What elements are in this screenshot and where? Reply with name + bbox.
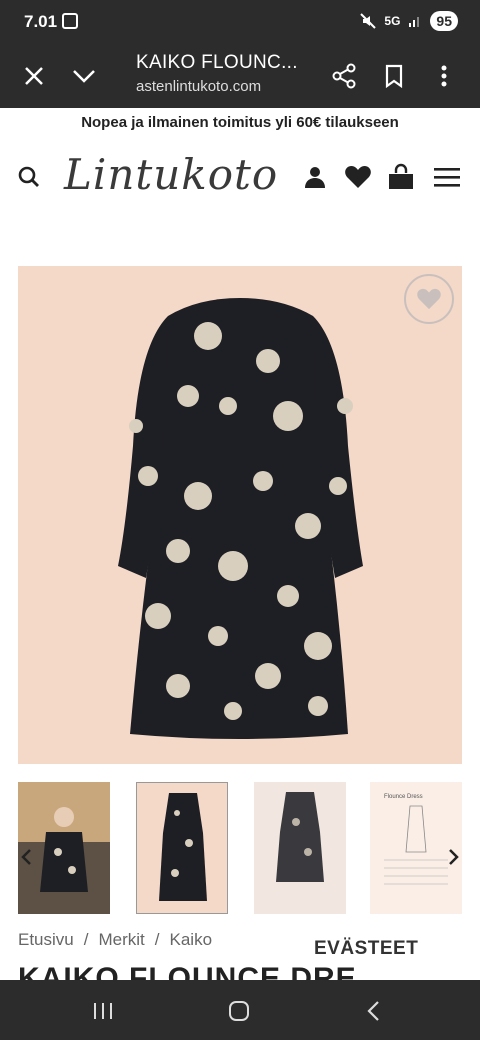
shipping-promo: Nopea ja ilmainen toimitus yli 60€ tilau… <box>81 114 399 131</box>
breadcrumb: Etusivu / Merkit / Kaiko <box>18 930 212 950</box>
mute-icon <box>360 13 377 29</box>
dress-illustration <box>118 298 363 739</box>
status-time: 7.01 <box>24 12 58 31</box>
breadcrumb-brands[interactable]: Merkit <box>98 930 144 950</box>
chevron-left-icon <box>21 849 31 865</box>
breadcrumb-kaiko[interactable]: Kaiko <box>170 930 213 950</box>
signal-icon <box>409 17 420 27</box>
status-bar: 7.01 5G 95 <box>0 0 480 44</box>
carousel-next-button[interactable] <box>448 846 460 872</box>
recent-apps-icon <box>94 1003 112 1019</box>
shopping-bag-icon <box>389 163 413 189</box>
bookmark-button[interactable] <box>378 60 410 92</box>
recent-apps-button[interactable] <box>88 996 118 1026</box>
page-tab-title: KAIKO FLOUNC... <box>136 52 298 73</box>
breadcrumb-separator: / <box>154 930 160 949</box>
minimize-button[interactable] <box>68 60 100 92</box>
back-button[interactable] <box>358 996 388 1026</box>
product-main-image[interactable] <box>18 266 462 764</box>
wishlist-button[interactable] <box>343 162 373 192</box>
dress-thumbnail <box>159 793 207 901</box>
cart-button[interactable] <box>386 162 416 192</box>
home-button[interactable] <box>224 996 254 1026</box>
url-field[interactable]: astenlintukoto.com <box>136 78 261 95</box>
back-icon <box>367 1001 379 1021</box>
bookmark-icon <box>385 64 403 88</box>
account-button[interactable] <box>300 162 330 192</box>
close-tab-button[interactable] <box>18 60 50 92</box>
size-chart-heading: Flounce Dress <box>384 794 423 800</box>
site-logo[interactable]: Lintukoto <box>64 150 278 199</box>
thumbnail-dress-front[interactable] <box>136 782 228 914</box>
system-nav-bar <box>0 980 480 1040</box>
chevron-right-icon <box>449 849 459 865</box>
search-button[interactable] <box>14 162 44 192</box>
breadcrumb-home[interactable]: Etusivu <box>18 930 74 950</box>
user-icon <box>305 167 325 188</box>
share-icon <box>332 63 356 89</box>
more-vertical-icon <box>441 65 447 87</box>
chevron-down-icon <box>73 70 95 83</box>
product-title: KAIKO FLOUNCE DRE <box>18 962 357 982</box>
home-icon <box>229 1001 249 1021</box>
carousel-prev-button[interactable] <box>20 846 32 872</box>
add-to-wishlist-button[interactable] <box>404 274 454 324</box>
heart-icon <box>345 166 371 188</box>
status-icons: 5G 95 <box>360 11 458 31</box>
browser-toolbar: KAIKO FLOUNC... astenlintukoto.com <box>0 44 480 108</box>
cookie-settings-button[interactable]: EVÄSTEET <box>314 938 418 960</box>
screenshot-icon <box>62 13 78 29</box>
close-icon <box>25 67 43 85</box>
heart-icon <box>417 288 441 310</box>
thumbnail-carousel: Flounce Dress <box>0 782 480 914</box>
share-button[interactable] <box>328 60 360 92</box>
network-label: 5G <box>384 14 401 28</box>
more-menu-button[interactable] <box>428 60 460 92</box>
battery-indicator: 95 <box>430 11 458 31</box>
breadcrumb-separator: / <box>83 930 89 949</box>
site-header: Lintukoto <box>0 138 480 218</box>
thumbnail-dress-back[interactable] <box>254 782 346 914</box>
menu-button[interactable] <box>432 162 462 192</box>
dress-back-thumbnail <box>276 792 324 882</box>
search-icon <box>18 166 39 187</box>
hamburger-menu-icon <box>434 168 460 187</box>
